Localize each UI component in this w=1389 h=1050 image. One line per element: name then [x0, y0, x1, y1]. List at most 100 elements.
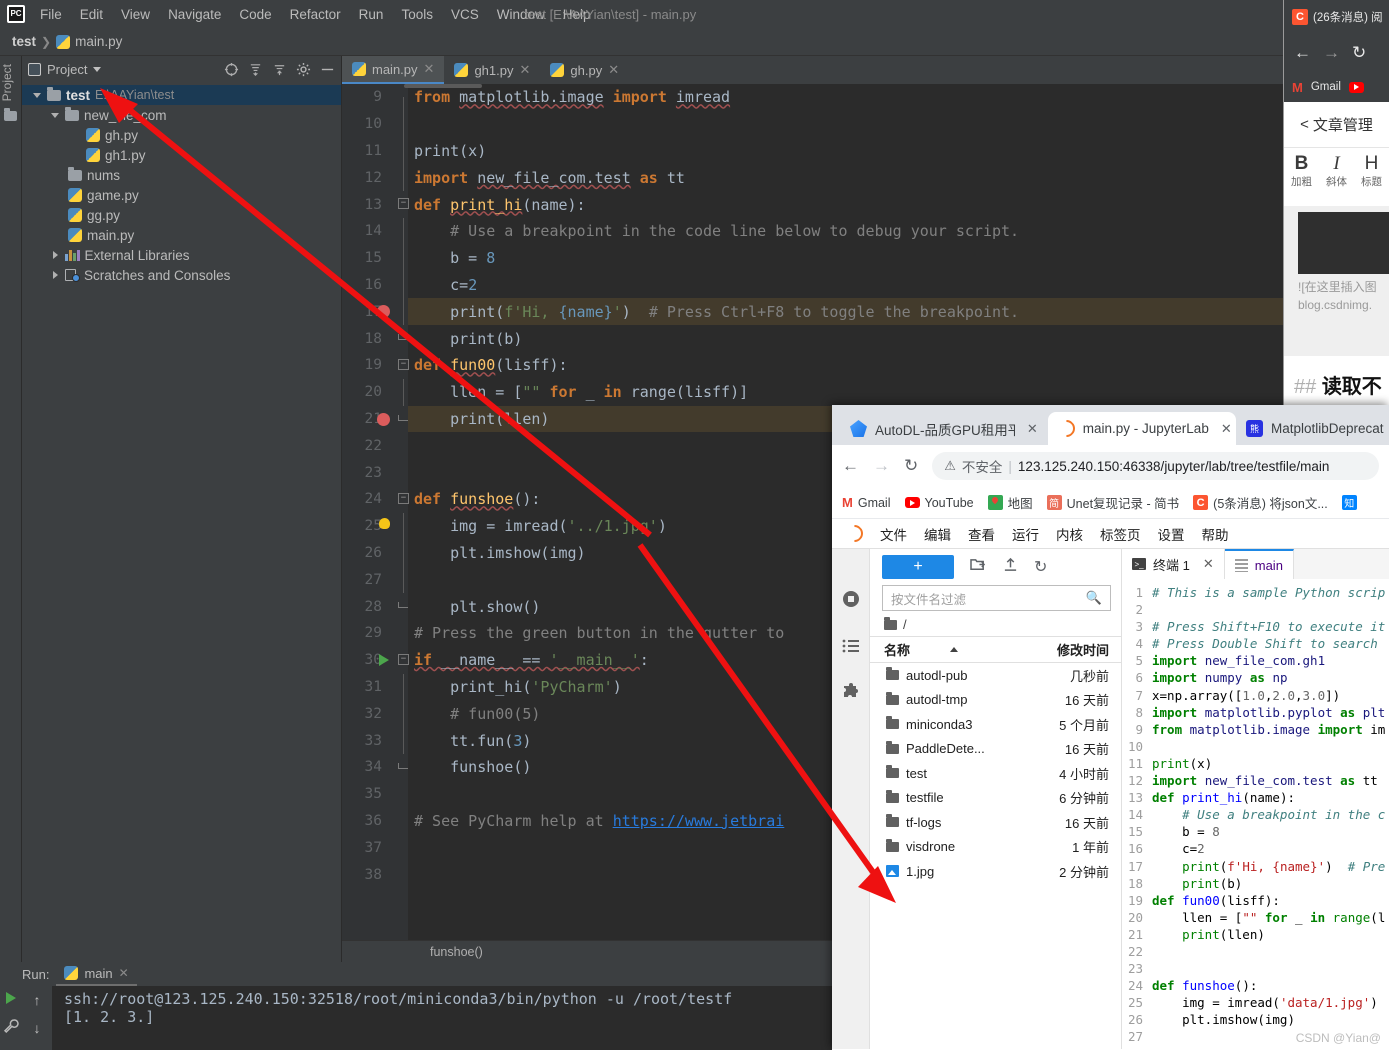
- project-tool-button[interactable]: Project: [0, 64, 21, 101]
- jupyter-menu-settings[interactable]: 设置: [1158, 524, 1185, 544]
- close-icon[interactable]: ✕: [119, 966, 129, 980]
- chevron-down-icon[interactable]: [93, 66, 102, 72]
- jupyter-menu-run[interactable]: 运行: [1012, 524, 1039, 544]
- file-row[interactable]: miniconda3 5 个月前: [870, 712, 1121, 737]
- jupyter-menu-view[interactable]: 查看: [968, 524, 995, 544]
- file-row[interactable]: tf-logs 16 天前: [870, 810, 1121, 835]
- column-modified[interactable]: 修改时间: [1057, 640, 1121, 659]
- jupyter-tab-main[interactable]: main: [1224, 549, 1294, 579]
- breadcrumb-file[interactable]: main.py: [75, 34, 122, 49]
- rerun-icon[interactable]: [6, 992, 16, 1004]
- bookmark-jianshu[interactable]: 简 Unet复现记录 - 简书: [1046, 493, 1179, 512]
- jupyter-menu-edit[interactable]: 编辑: [924, 524, 951, 544]
- tree-item-gg-py[interactable]: gg.py: [22, 205, 341, 225]
- file-breadcrumb[interactable]: /: [870, 615, 1121, 637]
- tree-item-external-libraries[interactable]: External Libraries: [22, 245, 341, 265]
- upload-icon[interactable]: [1003, 557, 1018, 577]
- jupyter-menu-kernel[interactable]: 内核: [1056, 524, 1083, 544]
- breadcrumb-project[interactable]: test: [12, 34, 36, 49]
- chevron-right-icon[interactable]: [50, 251, 60, 259]
- menu-file[interactable]: File: [31, 4, 71, 25]
- tree-item-gh1-py[interactable]: gh1.py: [22, 145, 341, 165]
- menu-run[interactable]: Run: [350, 4, 393, 25]
- expand-all-icon[interactable]: [248, 62, 263, 77]
- close-icon[interactable]: ✕: [519, 62, 530, 78]
- back-icon[interactable]: ←: [1294, 43, 1311, 63]
- extensions-icon[interactable]: [841, 683, 861, 703]
- close-icon[interactable]: ✕: [1203, 556, 1214, 572]
- forward-icon[interactable]: →: [1323, 43, 1340, 63]
- bookmark-zhihu[interactable]: 知: [1341, 495, 1357, 510]
- structure-tool-icon[interactable]: [4, 108, 17, 122]
- new-launcher-button[interactable]: +: [882, 555, 954, 579]
- bookmark-csdn[interactable]: C (5条消息) 将json文...: [1193, 493, 1328, 512]
- wrench-icon[interactable]: [3, 1018, 19, 1039]
- jupyter-menu-file[interactable]: 文件: [880, 524, 907, 544]
- file-row[interactable]: autodl-tmp 16 天前: [870, 688, 1121, 713]
- browser-tab-jupyterlab[interactable]: main.py - JupyterLab ✕: [1047, 412, 1236, 445]
- reload-icon[interactable]: ↻: [904, 456, 918, 476]
- editor-tab-gh-py[interactable]: gh.py ✕: [540, 56, 629, 84]
- menu-navigate[interactable]: Navigate: [159, 4, 230, 25]
- menu-refactor[interactable]: Refactor: [281, 4, 350, 25]
- file-row[interactable]: visdrone 1 年前: [870, 835, 1121, 860]
- file-filter-input[interactable]: 按文件名过滤 🔍: [882, 585, 1111, 611]
- jupyter-code-view[interactable]: 1 # This is a sample Python scrip 2 3 # Pr…: [1122, 579, 1389, 1049]
- close-icon[interactable]: ✕: [1221, 421, 1232, 437]
- breakpoint-marker[interactable]: [377, 412, 390, 426]
- bookmark-gmail[interactable]: M Gmail: [842, 495, 891, 510]
- csdn-tab-label[interactable]: (26条消息) 阅: [1313, 9, 1383, 25]
- scroll-up-icon[interactable]: ↑: [34, 992, 41, 1008]
- back-chevron-icon[interactable]: <: [1300, 116, 1309, 133]
- menu-view[interactable]: View: [112, 4, 159, 25]
- jupyter-menu-tabs[interactable]: 标签页: [1100, 524, 1141, 544]
- jupyter-menu-help[interactable]: 帮助: [1202, 524, 1229, 544]
- run-tab-main[interactable]: main ✕: [56, 962, 137, 986]
- editor-tab-gh1-py[interactable]: gh1.py ✕: [444, 56, 540, 84]
- tree-item-main-py[interactable]: main.py: [22, 225, 341, 245]
- tree-item-new-file-com[interactable]: new_file_com: [22, 105, 341, 125]
- chevron-right-icon[interactable]: [50, 271, 60, 279]
- menu-vcs[interactable]: VCS: [442, 4, 488, 25]
- tree-item-gh-py[interactable]: gh.py: [22, 125, 341, 145]
- bookmark-gmail[interactable]: Gmail: [1311, 81, 1341, 93]
- collapse-all-icon[interactable]: [272, 62, 287, 77]
- close-icon[interactable]: ✕: [1027, 421, 1038, 437]
- running-icon[interactable]: [841, 589, 861, 609]
- new-folder-icon[interactable]: [970, 557, 987, 577]
- menu-code[interactable]: Code: [230, 4, 280, 25]
- browser-tab-autodl[interactable]: AutoDL-品质GPU租用平 ✕: [840, 412, 1048, 445]
- editor-tab-main-py[interactable]: main.py ✕: [342, 56, 445, 84]
- csdn-markdown-editor[interactable]: ![在这里插入图 blog.csdnimg.: [1284, 206, 1389, 356]
- hide-panel-icon[interactable]: [320, 62, 335, 77]
- tree-item-nums[interactable]: nums: [22, 165, 341, 185]
- chevron-down-icon[interactable]: [50, 112, 60, 118]
- tree-item-test[interactable]: test E:\AAYian\test: [22, 85, 341, 105]
- file-row[interactable]: test 4 小时前: [870, 761, 1121, 786]
- refresh-icon[interactable]: ↻: [1034, 557, 1047, 577]
- bold-tool[interactable]: B 加粗: [1291, 154, 1312, 189]
- locate-file-icon[interactable]: [224, 62, 239, 77]
- file-row[interactable]: 1.jpg 2 分钟前: [870, 859, 1121, 884]
- back-icon[interactable]: ←: [842, 456, 859, 476]
- jupyter-tab-terminal[interactable]: >_ 终端 1 ✕: [1122, 549, 1225, 579]
- commands-icon[interactable]: [841, 636, 861, 656]
- forward-icon[interactable]: →: [873, 456, 890, 476]
- file-row[interactable]: autodl-pub 几秒前: [870, 663, 1121, 688]
- bookmark-maps[interactable]: 地图: [987, 493, 1033, 512]
- close-icon[interactable]: ✕: [608, 62, 619, 78]
- menu-edit[interactable]: Edit: [71, 4, 112, 25]
- tree-item-scratches-and-consoles[interactable]: Scratches and Consoles: [22, 265, 341, 285]
- chevron-down-icon[interactable]: [32, 92, 42, 98]
- heading-tool[interactable]: H 标题: [1361, 154, 1382, 189]
- scroll-down-icon[interactable]: ↓: [34, 1020, 41, 1036]
- menu-tools[interactable]: Tools: [392, 4, 442, 25]
- reload-icon[interactable]: ↻: [1352, 43, 1366, 63]
- bookmark-youtube[interactable]: YouTube: [904, 496, 974, 510]
- close-icon[interactable]: ✕: [424, 61, 435, 77]
- lightbulb-icon[interactable]: [379, 517, 390, 529]
- browser-tab-matplotlib[interactable]: MatplotlibDeprecat: [1236, 412, 1389, 445]
- run-gutter-icon[interactable]: [379, 653, 389, 666]
- file-row[interactable]: testfile 6 分钟前: [870, 786, 1121, 811]
- italic-tool[interactable]: I 斜体: [1326, 154, 1347, 189]
